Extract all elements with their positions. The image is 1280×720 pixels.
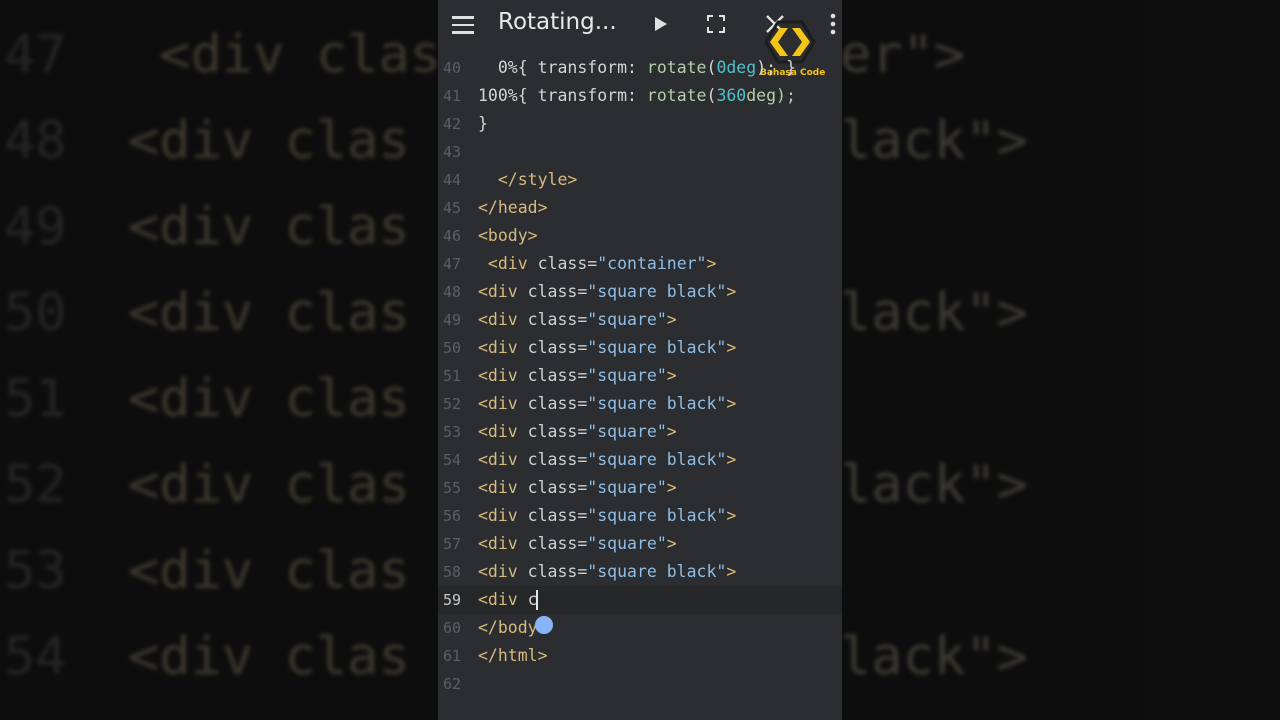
text-cursor [536, 590, 538, 610]
hamburger-menu-icon[interactable] [452, 14, 474, 36]
line-number: 50 [442, 339, 461, 357]
line-number: 52 [442, 395, 461, 413]
line-number: 56 [442, 507, 461, 525]
line-number: 46 [442, 227, 461, 245]
code-text: </html> [478, 646, 548, 665]
code-text: <div class="square"> [478, 534, 677, 553]
line-number: 58 [442, 563, 461, 581]
line-number: 53 [442, 423, 461, 441]
code-text: </style> [478, 170, 578, 189]
code-line[interactable]: 62 [438, 670, 842, 698]
code-text: </head> [478, 198, 548, 217]
line-number: 43 [442, 143, 461, 161]
selection-handle[interactable] [535, 616, 553, 634]
code-line[interactable]: 43 [438, 138, 842, 166]
code-line[interactable]: 52 <div class="square black"> [438, 390, 842, 418]
code-line[interactable]: 59 <div c [438, 586, 842, 614]
line-number: 42 [442, 115, 461, 133]
code-area[interactable]: 40 0%{ transform: rotate(0deg); } 41 100%{… [438, 54, 842, 720]
code-line[interactable]: 42} [438, 110, 842, 138]
code-line[interactable]: 61 </html> [438, 642, 842, 670]
code-text: <div class="square black"> [478, 506, 737, 525]
code-text: } [478, 114, 488, 133]
line-number: 41 [442, 87, 461, 105]
line-number: 55 [442, 479, 461, 497]
code-text: <div class="square"> [478, 366, 677, 385]
code-text: 0%{ transform: rotate(0deg); } [478, 58, 796, 77]
code-text: <div class="square black"> [478, 450, 737, 469]
line-number: 57 [442, 535, 461, 553]
code-text: <div class="square black"> [478, 394, 737, 413]
line-number: 60 [442, 619, 461, 637]
fullscreen-icon[interactable] [702, 10, 730, 38]
code-text: <div class="square black"> [478, 282, 737, 301]
line-number: 44 [442, 171, 461, 189]
code-line[interactable]: 44 </style> [438, 166, 842, 194]
line-number: 51 [442, 367, 461, 385]
code-line[interactable]: 49 <div class="square"> [438, 306, 842, 334]
code-line[interactable]: 56 <div class="square black"> [438, 502, 842, 530]
line-number: 47 [442, 255, 461, 273]
line-number: 54 [442, 451, 461, 469]
code-line[interactable]: 55 <div class="square"> [438, 474, 842, 502]
code-text: <div class="square black"> [478, 338, 737, 357]
code-line[interactable]: 54 <div class="square black"> [438, 446, 842, 474]
line-number: 40 [442, 59, 461, 77]
code-line[interactable]: 48 <div class="square black"> [438, 278, 842, 306]
code-line[interactable]: 58 <div class="square black"> [438, 558, 842, 586]
code-line[interactable]: 40 0%{ transform: rotate(0deg); } [438, 54, 842, 82]
file-title: Rotating... [498, 9, 617, 35]
line-number: 62 [442, 675, 461, 693]
code-line[interactable]: 50 <div class="square black"> [438, 334, 842, 362]
code-text: <div class="square"> [478, 422, 677, 441]
code-line[interactable]: 47 <div class="container"> [438, 250, 842, 278]
code-editor-app: Rotating... Bahasa Code 40 0%{ transform… [438, 0, 842, 720]
line-number: 49 [442, 311, 461, 329]
code-line[interactable]: 51 <div class="square"> [438, 362, 842, 390]
code-line[interactable]: 53 <div class="square"> [438, 418, 842, 446]
code-line[interactable]: 46 <body> [438, 222, 842, 250]
code-line[interactable]: 45 </head> [438, 194, 842, 222]
more-vertical-icon[interactable] [819, 10, 842, 38]
line-number: 45 [442, 199, 461, 217]
code-text: <div c [478, 590, 538, 609]
code-text: <div class="container"> [478, 254, 717, 273]
line-number: 48 [442, 283, 461, 301]
code-line[interactable]: 41 100%{ transform: rotate(360deg); [438, 82, 842, 110]
code-line[interactable]: 60 </body> [438, 614, 842, 642]
code-text: <div class="square"> [478, 478, 677, 497]
code-text: <body> [478, 226, 538, 245]
play-icon[interactable] [646, 10, 674, 38]
line-number: 59 [442, 591, 461, 609]
code-text: <div class="square"> [478, 310, 677, 329]
line-number: 61 [442, 647, 461, 665]
code-line[interactable]: 57 <div class="square"> [438, 530, 842, 558]
code-text: 100%{ transform: rotate(360deg); [478, 86, 796, 105]
code-text: <div class="square black"> [478, 562, 737, 581]
